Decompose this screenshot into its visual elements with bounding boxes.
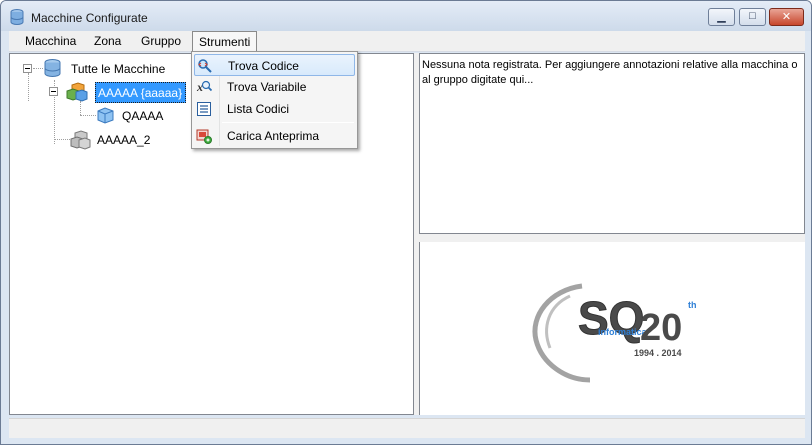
collapse-toggle[interactable] [49, 87, 58, 96]
collapse-toggle[interactable] [23, 64, 32, 73]
notes-text: Nessuna nota registrata. Per aggiungere … [422, 59, 798, 86]
load-preview-icon [196, 129, 212, 144]
menu-bar: Macchina Zona Gruppo Strumenti [9, 31, 805, 52]
tree-connector [28, 73, 29, 101]
menu-item-label: Lista Codici [227, 102, 290, 116]
menu-item-label: Trova Codice [228, 59, 299, 73]
logo-suffix: th [688, 300, 697, 310]
menu-item-label: Carica Anteprima [227, 129, 320, 143]
notes-textarea[interactable]: Nessuna nota registrata. Per aggiungere … [419, 53, 805, 234]
tree-connector [80, 115, 96, 116]
client-area: Tutte le Macchine AAAAA {aaaaa} QAAAA AA… [9, 53, 805, 415]
status-bar [9, 418, 805, 438]
logo-years: 1994 . 2014 [634, 348, 682, 358]
menu-macchina[interactable]: Macchina [25, 34, 76, 48]
machine-group-icon [66, 82, 88, 102]
find-code-icon [198, 59, 212, 73]
tree-node-label: AAAAA {aaaaa} [95, 82, 187, 103]
app-window: Macchine Configurate ▁ □ ✕ Macchina Zona… [0, 0, 812, 445]
tree-node-label: AAAAA_2 [97, 133, 151, 147]
menu-separator [222, 122, 354, 123]
close-icon: ✕ [781, 11, 792, 23]
menu-gruppo[interactable]: Gruppo [141, 34, 181, 48]
title-bar[interactable]: Macchine Configurate ▁ □ ✕ [1, 1, 811, 31]
window-title: Macchine Configurate [31, 11, 148, 25]
strumenti-dropdown: Trova Codice x Trova Variabile Lista Cod… [191, 51, 358, 149]
tree-connector [80, 101, 81, 115]
menu-item-label: Trova Variabile [227, 80, 307, 94]
minimize-button[interactable]: ▁ [708, 8, 735, 26]
menu-item-carica-anteprima[interactable]: Carica Anteprima [194, 125, 355, 147]
machine-icon [97, 107, 114, 124]
company-logo: SQ informatica 20 th 1994 . 2014 [532, 283, 697, 383]
tree-node-label: Tutte le Macchine [71, 62, 166, 76]
close-button[interactable]: ✕ [769, 8, 804, 26]
logo-preview: SQ informatica 20 th 1994 . 2014 [419, 242, 805, 415]
machine-gray-icon [70, 130, 91, 150]
menu-strumenti[interactable]: Strumenti [192, 31, 258, 52]
menu-item-lista-codici[interactable]: Lista Codici [194, 98, 355, 120]
menu-item-trova-variabile[interactable]: x Trova Variabile [194, 76, 355, 98]
maximize-button[interactable]: □ [739, 8, 766, 26]
svg-text:x: x [196, 80, 203, 94]
tree-node-label: QAAAA [122, 109, 164, 123]
minimize-icon: ▁ [717, 11, 726, 23]
database-icon [44, 59, 61, 77]
menu-zona[interactable]: Zona [94, 34, 121, 48]
menu-item-trova-codice[interactable]: Trova Codice [194, 54, 355, 76]
code-list-icon [197, 102, 211, 116]
tree-connector [33, 68, 43, 69]
find-variable-icon: x [196, 80, 212, 94]
maximize-icon: □ [749, 10, 756, 22]
tree-connector [54, 139, 70, 140]
logo-anniversary: 20 [640, 307, 682, 349]
database-icon [10, 9, 24, 25]
